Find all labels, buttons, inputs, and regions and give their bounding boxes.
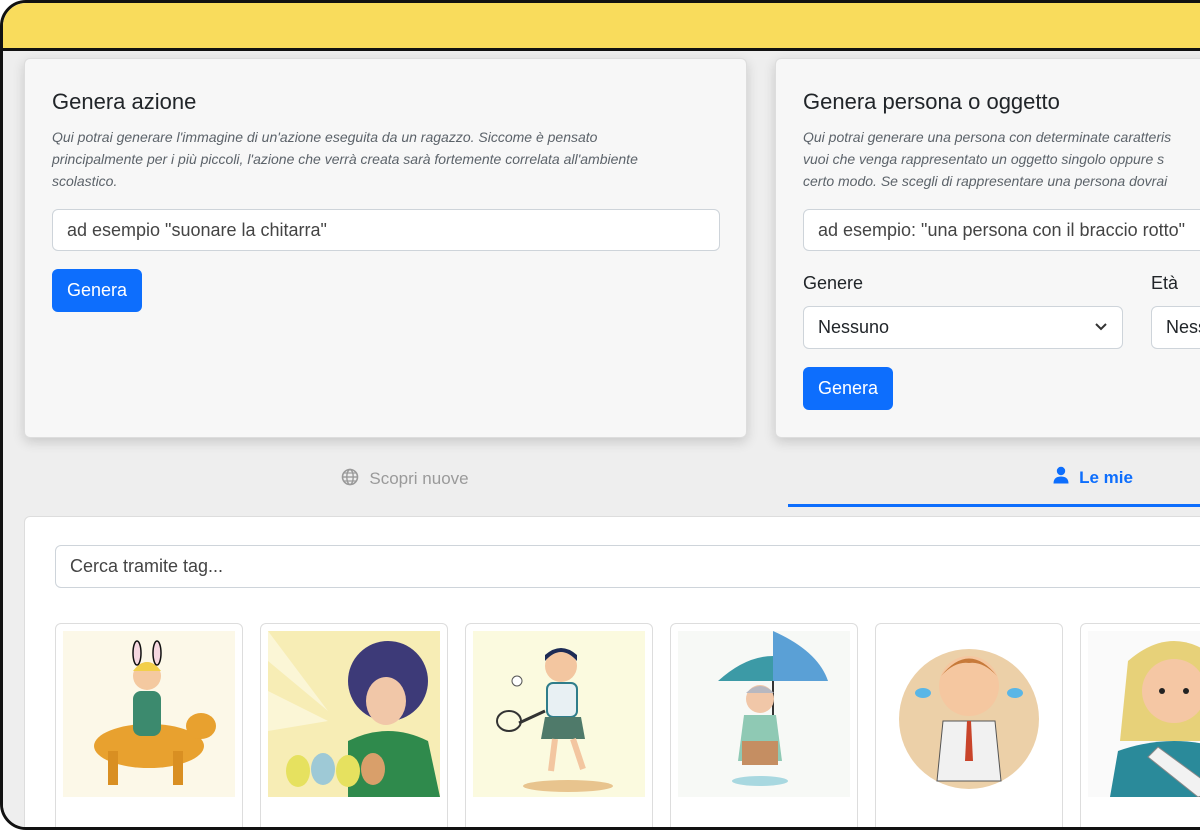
gallery-tabs: Scopri nuove Le mie (3, 451, 1200, 507)
action-desc-line: Qui potrai generare l'immagine di un'azi… (52, 129, 598, 145)
eta-select-value: Ness (1166, 317, 1200, 337)
gallery-panel: Cerca tramite tag... (24, 516, 1200, 827)
genere-label: Genere (803, 273, 864, 293)
image-boy-playing-tennis (473, 631, 645, 797)
user-icon (1053, 466, 1069, 489)
action-input[interactable]: ad esempio "suonare la chitarra" (52, 209, 720, 251)
main-content: Genera azione Qui potrai generare l'imma… (3, 51, 1200, 827)
generate-action-button[interactable]: Genera (52, 269, 143, 312)
person-desc-line: vuoi che venga rappresentato un oggetto … (803, 151, 1165, 167)
person-input[interactable]: ad esempio: "una persona con il braccio … (803, 209, 1200, 251)
gallery-item[interactable] (670, 623, 858, 827)
tab-mine-label: Le mie (1079, 467, 1133, 487)
eta-select[interactable]: Ness (1151, 306, 1200, 349)
gallery-item[interactable] (55, 623, 243, 827)
top-bar (3, 3, 1200, 51)
action-card: Genera azione Qui potrai generare l'imma… (24, 58, 747, 438)
generate-person-button[interactable]: Genera (803, 367, 894, 410)
person-card-description: Qui potrai generare una persona con dete… (803, 126, 1171, 192)
person-desc-line: Qui potrai generare una persona con dete… (803, 129, 1172, 145)
image-old-woman-umbrella (678, 631, 850, 797)
action-card-title: Genera azione (52, 89, 197, 114)
image-woman-with-rabbits (268, 631, 440, 797)
chevron-down-icon (1094, 307, 1108, 348)
person-card: Genera persona o oggetto Qui potrai gene… (775, 58, 1200, 438)
image-crying-boy (883, 631, 1055, 797)
eta-label: Età (1151, 273, 1179, 293)
gallery-item[interactable] (875, 623, 1063, 827)
genere-select[interactable]: Nessuno (803, 306, 1123, 349)
globe-icon (341, 468, 359, 491)
person-desc-line: certo modo. Se scegli di rappresentare u… (803, 173, 1168, 189)
tab-discover-label: Scopri nuove (369, 469, 469, 488)
app-frame: Genera azione Qui potrai generare l'imma… (0, 0, 1200, 830)
action-desc-line: principalmente per i più piccoli, l'azio… (52, 151, 638, 167)
person-card-title: Genera persona o oggetto (803, 89, 1060, 114)
gallery-item[interactable] (1080, 623, 1200, 827)
gallery-item[interactable] (260, 623, 448, 827)
tab-discover[interactable]: Scopri nuove (24, 451, 786, 507)
genere-select-value: Nessuno (818, 317, 890, 337)
action-card-description: Qui potrai generare l'immagine di un'azi… (52, 126, 638, 192)
action-desc-line: scolastico. (52, 173, 118, 189)
tag-search-input[interactable]: Cerca tramite tag... (55, 545, 1200, 588)
image-girl-broken-arm (1088, 631, 1200, 797)
tab-mine[interactable]: Le mie (788, 451, 1200, 507)
gallery-item[interactable] (465, 623, 653, 827)
image-girl-riding-dog (63, 631, 235, 797)
